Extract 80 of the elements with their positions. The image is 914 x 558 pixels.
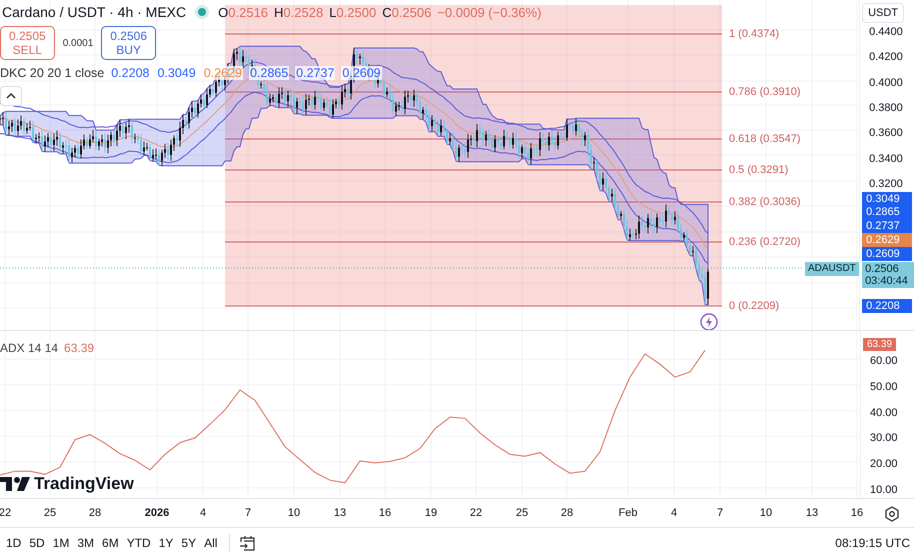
adx-tick: 50.00 <box>870 380 898 393</box>
price-tag: 0.2208 <box>862 299 912 313</box>
ohlc-value: 0.2500 <box>336 4 376 20</box>
price-change: −0.0009 (−0.36%) <box>437 4 542 20</box>
symbol-title: Cardano / USDT · 4h · MEXC <box>1 4 186 20</box>
price-tick: 0.3800 <box>869 102 903 114</box>
indicator-value: 0.2208 <box>110 66 150 80</box>
buy-button[interactable]: 0.2506 BUY <box>101 26 156 60</box>
date-tick: 25 <box>516 507 528 519</box>
indicator-value: 0.2629 <box>202 66 243 80</box>
date-tick: 7 <box>716 507 724 519</box>
price-tick: 0.4200 <box>869 51 903 64</box>
indicator-value: 0.3049 <box>156 66 197 80</box>
price-tag: 0.2629 <box>862 233 912 247</box>
date-tick: 13 <box>334 507 346 519</box>
price-tag: 0.2609 <box>862 247 912 261</box>
ohlc-value: 0.2516 <box>228 4 268 20</box>
date-tick: 2026 <box>144 507 170 519</box>
ohlc-key: H <box>274 4 284 20</box>
indicator-label: DKC 20 20 1 close <box>0 66 104 80</box>
adx-tick: 30.00 <box>870 432 898 444</box>
range-button[interactable]: 3M <box>73 533 98 553</box>
date-tick: 4 <box>200 507 206 519</box>
fib-level-label: 0.786 (0.3910) <box>729 86 801 98</box>
date-tick: 13 <box>806 507 818 519</box>
ohlc-value: 0.2506 <box>392 4 432 20</box>
fib-level-label: 0.618 (0.3547) <box>729 133 801 145</box>
indicator-value: 0.2865 <box>248 66 290 80</box>
fib-level-label: 0.382 (0.3036) <box>729 196 801 208</box>
adx-value-tag: 63.39 <box>863 338 896 351</box>
price-tick: 0.3600 <box>869 127 903 140</box>
indicator-value: 0.2609 <box>341 66 382 80</box>
date-tick: 16 <box>378 507 392 519</box>
fib-level-label: 0.236 (0.2720) <box>729 236 801 248</box>
adx-tick: 60.00 <box>870 355 898 368</box>
price-tag: 0.3049 <box>862 192 912 206</box>
symbol-tag: ADAUSDT <box>805 262 859 276</box>
date-tick: 28 <box>88 507 102 519</box>
date-tick: 28 <box>560 507 574 519</box>
ohlc-value: 0.2528 <box>283 4 324 20</box>
currency-selector[interactable]: USDT <box>862 3 904 23</box>
ohlc-key: L <box>329 4 336 20</box>
spread-value: 0.0001 <box>62 38 94 48</box>
range-button[interactable]: 5D <box>25 533 49 553</box>
date-tick: Feb <box>618 507 638 519</box>
price-tag: 0.2865 <box>862 205 912 219</box>
range-button[interactable]: 1D <box>2 533 26 553</box>
adx-tick: 10.00 <box>870 484 898 496</box>
date-tick: 25 <box>44 507 56 519</box>
last-price-tag: 0.2506 03:40:44 <box>862 262 914 288</box>
range-button[interactable]: 6M <box>98 533 123 553</box>
price-tick: 0.3400 <box>869 152 903 164</box>
adx-tick: 20.00 <box>870 458 898 470</box>
price-tick: 0.4000 <box>869 76 903 89</box>
adx-tick: 40.00 <box>870 406 898 419</box>
indicator-value: 63.39 <box>64 341 94 355</box>
date-tick: 10 <box>760 507 772 519</box>
date-tick: 19 <box>424 507 438 519</box>
logo-text: TradingView <box>34 474 134 494</box>
indicator-label: ADX 14 14 <box>0 341 58 355</box>
indicator-value: 0.2737 <box>295 66 336 80</box>
price-tick: 0.4400 <box>869 26 903 38</box>
date-tick: 22 <box>470 507 482 519</box>
fib-level-label: 0 (0.2209) <box>729 300 780 312</box>
date-tick: 16 <box>850 507 864 519</box>
ohlc-key: C <box>382 4 392 20</box>
ohlc-key: O <box>218 4 228 20</box>
price-tag: 0.2737 <box>862 219 912 233</box>
range-button[interactable]: 5Y <box>177 533 200 553</box>
range-button[interactable]: 1M <box>48 533 74 553</box>
range-button[interactable]: All <box>200 533 222 553</box>
date-tick: 4 <box>670 507 678 519</box>
fib-level-label: 0.5 (0.3291) <box>729 164 788 176</box>
date-tick: 10 <box>288 507 300 519</box>
price-tick: 0.3200 <box>869 178 903 190</box>
date-tick: 7 <box>244 507 252 519</box>
fib-level-label: 1 (0.4374) <box>729 28 780 40</box>
clock-time: 08:19:15 UTC <box>835 536 910 550</box>
range-button[interactable]: YTD <box>122 533 155 553</box>
range-button[interactable]: 1Y <box>154 533 178 553</box>
